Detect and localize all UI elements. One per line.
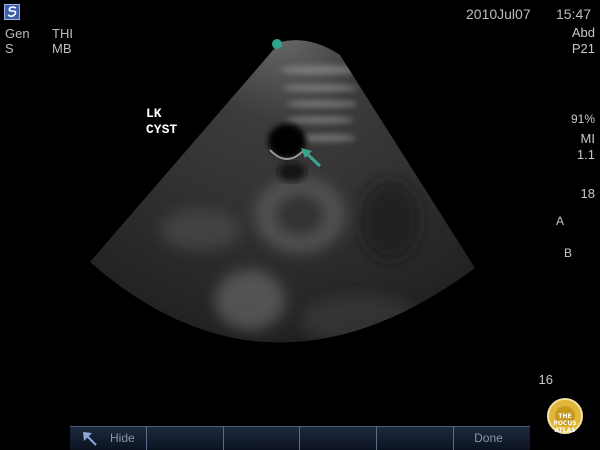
annotation-line-1: LK <box>146 106 162 121</box>
softkey-5[interactable] <box>377 427 455 450</box>
hide-button[interactable]: Hide <box>70 427 147 450</box>
badge-text: THE POCUS ATLAS <box>549 413 581 434</box>
header-gen: Gen <box>5 26 30 41</box>
b-label: B <box>563 246 572 260</box>
done-label: Done <box>474 431 503 445</box>
softkey-4[interactable] <box>300 427 378 450</box>
badge-line-3: ATLAS <box>554 427 576 434</box>
probe-label: P21 <box>571 41 595 56</box>
badge-line-1: THE <box>558 413 572 420</box>
a-label: A <box>555 214 564 228</box>
depth-value: 16 <box>538 372 553 387</box>
gain-value: 18 <box>580 186 595 201</box>
bottom-control-bar: Hide Done <box>70 426 530 450</box>
header-date: 2010Jul07 <box>466 6 531 22</box>
hide-arrow-icon <box>80 427 100 450</box>
badge-line-2: POCUS <box>553 420 577 427</box>
header-thi: THI <box>52 26 73 41</box>
softkey-3[interactable] <box>224 427 301 450</box>
header-mb: MB <box>52 41 72 56</box>
right-status-panel: Abd P21 91% MI 1.1 18 A B 16 <box>539 0 600 450</box>
header-s: S <box>5 41 14 56</box>
mi-label: MI <box>580 131 595 146</box>
ultrasound-screen: Gen S THI MB 2010Jul07 15:47 LK CYST Abd… <box>0 0 600 450</box>
done-button[interactable]: Done <box>454 427 530 450</box>
preset-label: Abd <box>571 25 595 40</box>
battery-percent: 91% <box>570 112 595 126</box>
pocus-atlas-badge: THE POCUS ATLAS <box>547 398 583 434</box>
orientation-marker-icon <box>272 39 282 49</box>
ultrasound-image <box>90 39 475 343</box>
mi-value: 1.1 <box>576 147 595 162</box>
annotation-text: LK CYST <box>146 106 177 138</box>
annotation-line-2: CYST <box>146 122 178 137</box>
softkey-2[interactable] <box>147 427 224 450</box>
logo-icon <box>4 4 20 20</box>
hide-label: Hide <box>110 431 135 445</box>
